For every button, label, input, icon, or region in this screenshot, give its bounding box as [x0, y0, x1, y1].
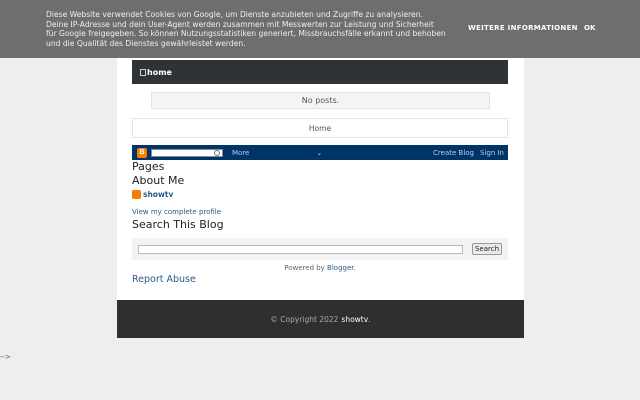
- no-posts-message: No posts.: [151, 92, 490, 109]
- blog-search-input[interactable]: [138, 245, 463, 254]
- home-link[interactable]: Home: [309, 124, 331, 133]
- footer: © Copyright 2022 showtv.: [117, 300, 524, 338]
- blogger-logo-icon[interactable]: B: [137, 147, 147, 158]
- more-menu[interactable]: More: [232, 149, 249, 157]
- search-button[interactable]: Search: [472, 243, 502, 255]
- powered-by-suffix: .: [353, 264, 356, 272]
- sign-in-link[interactable]: Sign In: [480, 149, 504, 157]
- powered-by: Powered by Blogger.: [132, 264, 508, 272]
- about-heading: About Me: [132, 174, 185, 187]
- home-icon: [140, 68, 146, 76]
- search-blog-heading: Search This Blog: [132, 218, 224, 231]
- cookie-banner: Diese Website verwendet Cookies von Goog…: [0, 0, 640, 58]
- blogger-navbar: B More ⌄ Create Blog Sign In: [132, 145, 508, 160]
- copyright-text: © Copyright 2022: [270, 314, 339, 324]
- nav-home-link[interactable]: home: [147, 68, 172, 77]
- profile-name-link[interactable]: showtv: [143, 190, 173, 199]
- search-icon[interactable]: [214, 149, 220, 156]
- footer-blog-name[interactable]: showtv: [341, 315, 368, 324]
- create-blog-link[interactable]: Create Blog: [433, 149, 474, 157]
- search-widget: Search: [132, 238, 508, 260]
- home-link-box: Home: [132, 118, 508, 138]
- blogger-profile-icon: [132, 190, 141, 199]
- powered-by-prefix: Powered by: [284, 264, 328, 272]
- blogger-navbar-actions: Create Blog Sign In: [433, 149, 504, 157]
- more-info-button[interactable]: WEITERE INFORMATIONEN: [468, 24, 578, 34]
- view-profile-link[interactable]: View my complete profile: [132, 208, 221, 216]
- profile-row: showtv: [132, 190, 173, 199]
- ok-button[interactable]: OK: [584, 24, 595, 34]
- stray-comment-text: -->: [0, 353, 11, 361]
- top-navbar: home: [132, 60, 508, 84]
- blogger-search-input[interactable]: [151, 148, 223, 157]
- pages-heading: Pages: [132, 160, 165, 173]
- report-abuse-link[interactable]: Report Abuse: [132, 274, 196, 285]
- blogger-link[interactable]: Blogger: [327, 264, 353, 272]
- footer-suffix: .: [368, 314, 371, 324]
- chevron-down-icon[interactable]: ⌄: [316, 149, 322, 157]
- cookie-message: Diese Website verwendet Cookies von Goog…: [46, 10, 446, 48]
